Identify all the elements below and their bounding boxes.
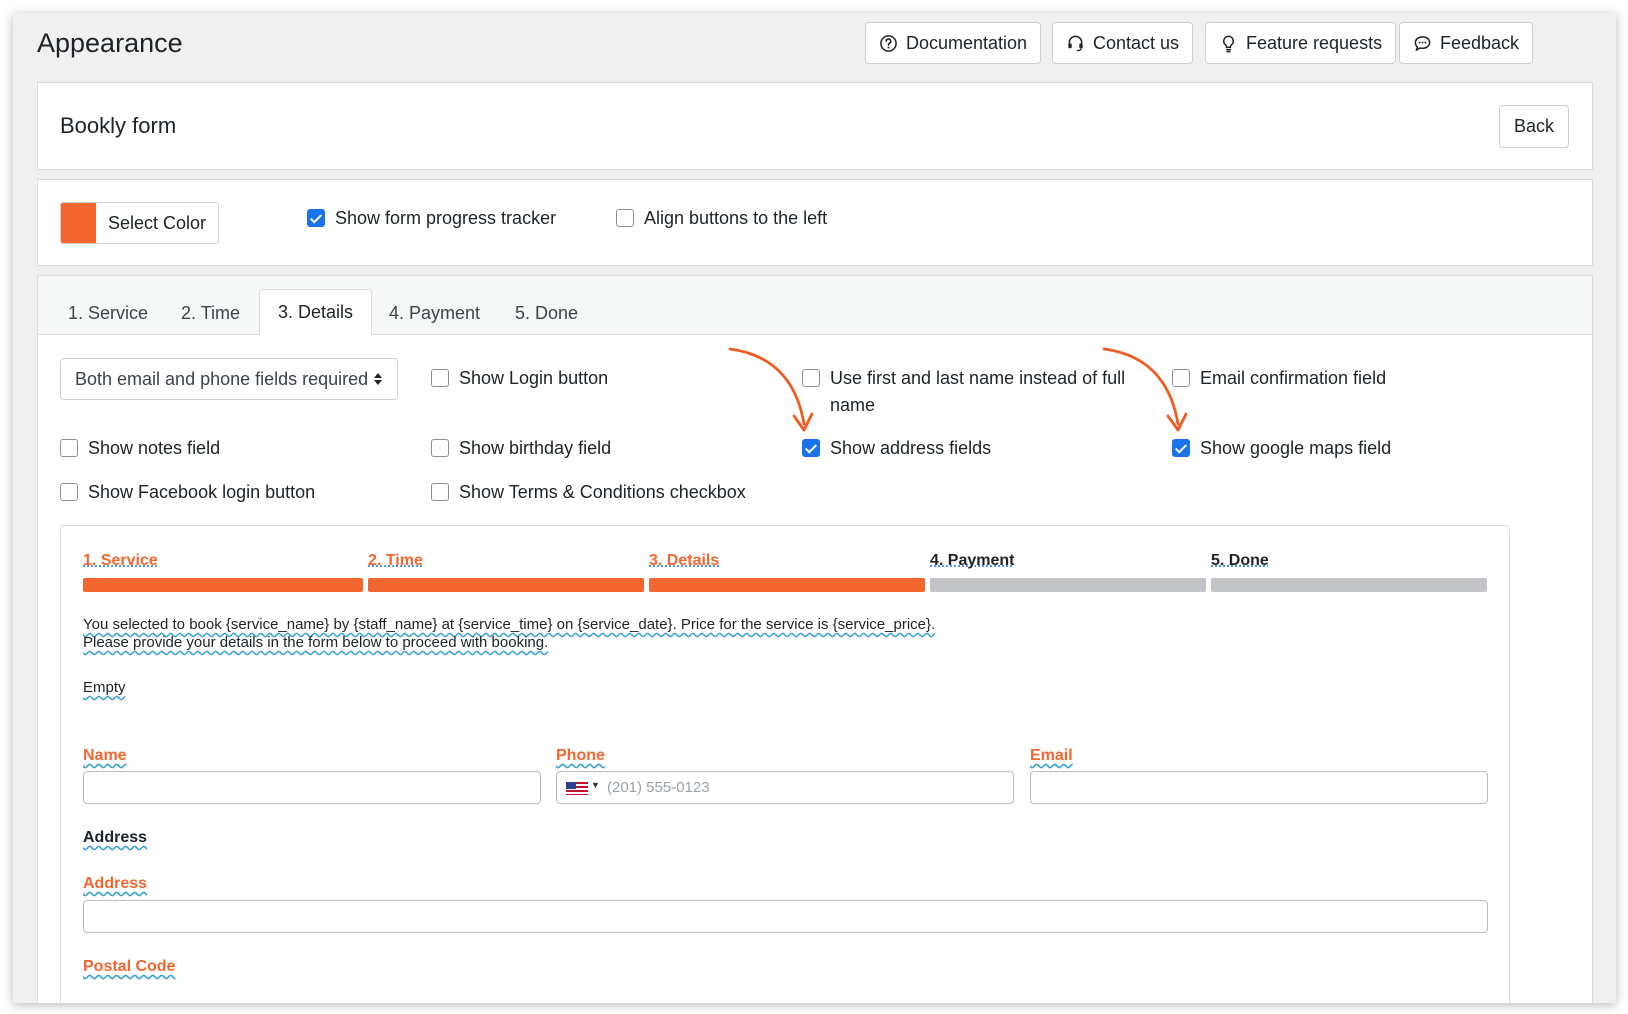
- color-swatch: [61, 203, 96, 243]
- tab-details[interactable]: 3. Details: [259, 289, 373, 336]
- feedback-label: Feedback: [1440, 32, 1520, 53]
- progress-step-service: 1. Service: [83, 552, 158, 569]
- select-color-button[interactable]: Select Color: [60, 202, 219, 244]
- step-tabs: 1. Service 2. Time 3. Details 4. Payment…: [38, 276, 1592, 336]
- documentation-button[interactable]: Documentation: [865, 22, 1042, 64]
- name-input[interactable]: [83, 771, 541, 804]
- back-button[interactable]: Back: [1498, 105, 1569, 148]
- booking-info-line-2: Please provide your details in the form …: [83, 634, 549, 651]
- form-preview: 1. Service 2. Time 3. Details 4. Payment…: [60, 525, 1510, 1003]
- progress-bar-done: [1211, 578, 1487, 592]
- lightbulb-icon: [1223, 35, 1234, 52]
- booking-info-line-1: You selected to book {service_name} by {…: [83, 616, 936, 633]
- show-terms-checkbox[interactable]: Show Terms & Conditions checkbox: [431, 479, 746, 506]
- progress-bar-time: [368, 578, 644, 592]
- checkbox-label: Show birthday field: [459, 438, 612, 458]
- email-input[interactable]: [1030, 771, 1488, 804]
- show-login-checkbox[interactable]: Show Login button: [431, 365, 608, 392]
- phone-input[interactable]: ▼ (201) 555-0123: [556, 771, 1014, 804]
- checkbox-label: Show address fields: [830, 438, 992, 458]
- empty-text: Empty: [83, 679, 126, 696]
- checkbox-unchecked[interactable]: [616, 209, 634, 227]
- steps-settings-card: 1. Service 2. Time 3. Details 4. Payment…: [37, 275, 1593, 1003]
- progress-step-details: 3. Details: [649, 552, 720, 569]
- checkbox-label: Email confirmation field: [1200, 368, 1387, 388]
- tab-service[interactable]: 1. Service: [50, 290, 166, 336]
- global-settings-card: Select Color Show form progress tracker …: [37, 179, 1593, 266]
- show-birthday-checkbox[interactable]: Show birthday field: [431, 435, 611, 462]
- email-label: Email: [1030, 747, 1073, 764]
- headset-icon: [1068, 35, 1083, 51]
- checkbox-label: Show google maps field: [1200, 438, 1392, 458]
- sort-caret-icon: [374, 373, 382, 385]
- checkbox-checked[interactable]: [1172, 439, 1190, 457]
- caret-down-icon: ▼: [591, 780, 600, 790]
- annotation-arrow-icon: [1102, 347, 1188, 432]
- select-value: Both email and phone fields required: [75, 368, 369, 389]
- progress-step-payment: 4. Payment: [930, 552, 1015, 569]
- checkbox-unchecked[interactable]: [431, 439, 449, 457]
- chat-bubble-icon: [1414, 35, 1431, 51]
- tab-done[interactable]: 5. Done: [497, 290, 596, 336]
- us-flag-icon[interactable]: [566, 782, 588, 795]
- progress-step-time: 2. Time: [368, 552, 423, 569]
- checkbox-unchecked[interactable]: [60, 439, 78, 457]
- contact-us-label: Contact us: [1093, 32, 1180, 53]
- checkbox-label: Show Facebook login button: [88, 482, 316, 502]
- tab-payment[interactable]: 4. Payment: [371, 290, 498, 336]
- checkbox-unchecked[interactable]: [431, 369, 449, 387]
- tab-time[interactable]: 2. Time: [163, 290, 258, 336]
- required-fields-select[interactable]: Both email and phone fields required: [60, 358, 398, 400]
- address-label: Address: [83, 875, 148, 892]
- progress-step-done: 5. Done: [1211, 552, 1269, 569]
- postal-code-label: Postal Code: [83, 958, 176, 975]
- checkbox-unchecked[interactable]: [431, 483, 449, 501]
- show-facebook-checkbox[interactable]: Show Facebook login button: [60, 479, 315, 506]
- name-label: Name: [83, 747, 127, 764]
- progress-bar-details: [649, 578, 925, 592]
- show-notes-checkbox[interactable]: Show notes field: [60, 435, 220, 462]
- form-title-card: Bookly form Back: [37, 82, 1593, 170]
- checkbox-label: Show Login button: [459, 368, 609, 388]
- progress-bar-service: [83, 578, 363, 592]
- feature-requests-button[interactable]: Feature requests: [1205, 22, 1397, 64]
- progress-tracker-checkbox[interactable]: Show form progress tracker: [307, 205, 556, 232]
- form-title: Bookly form: [60, 113, 177, 138]
- checkbox-label: Show Terms & Conditions checkbox: [459, 482, 746, 502]
- show-address-checkbox[interactable]: Show address fields: [802, 435, 991, 462]
- annotation-arrow-icon: [728, 347, 814, 432]
- address-input[interactable]: [83, 900, 1488, 933]
- checkbox-label: Align buttons to the left: [644, 208, 828, 228]
- address-heading: Address: [83, 829, 148, 846]
- checkbox-label: Use first and last name instead of full …: [830, 368, 1126, 415]
- progress-bar-payment: [930, 578, 1206, 592]
- select-color-label: Select Color: [107, 212, 207, 233]
- align-buttons-left-checkbox[interactable]: Align buttons to the left: [616, 205, 827, 232]
- documentation-label: Documentation: [906, 32, 1028, 53]
- email-confirmation-checkbox[interactable]: Email confirmation field: [1172, 365, 1386, 392]
- show-google-maps-checkbox[interactable]: Show google maps field: [1172, 435, 1391, 462]
- checkbox-checked[interactable]: [802, 439, 820, 457]
- checkbox-unchecked[interactable]: [60, 483, 78, 501]
- question-circle-icon: [880, 34, 897, 52]
- feedback-button[interactable]: Feedback: [1399, 22, 1534, 64]
- app-window: Appearance Documentation Contact us Feat…: [13, 13, 1616, 1003]
- page-title: Appearance: [37, 28, 183, 58]
- checkbox-checked[interactable]: [307, 209, 325, 227]
- phone-label: Phone: [556, 747, 605, 764]
- checkbox-label: Show form progress tracker: [335, 208, 557, 228]
- first-last-name-checkbox[interactable]: Use first and last name instead of full …: [802, 365, 1132, 419]
- phone-placeholder: (201) 555-0123: [607, 779, 710, 796]
- feature-requests-label: Feature requests: [1246, 32, 1383, 53]
- contact-us-button[interactable]: Contact us: [1052, 22, 1194, 64]
- checkbox-label: Show notes field: [88, 438, 221, 458]
